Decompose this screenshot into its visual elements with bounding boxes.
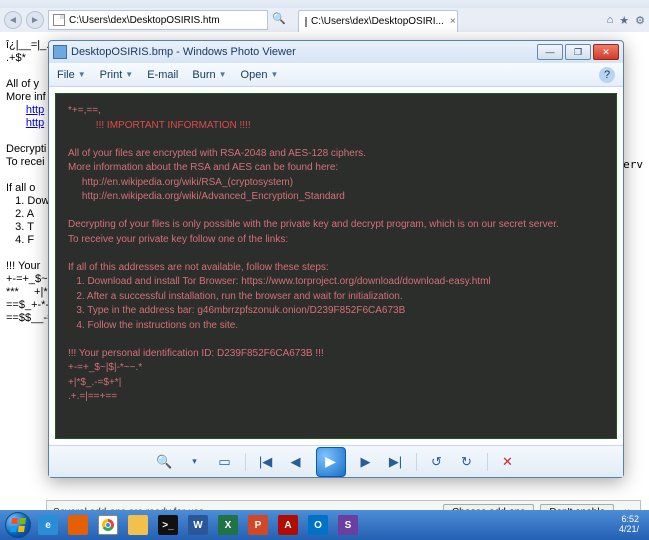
separator [245,453,246,471]
first-icon[interactable]: |◀ [256,452,276,472]
ie-navbar: ◄ ► C:\Users\dex\DesktopOSIRIS.htm 🔍 C:\… [0,8,649,32]
home-icon[interactable]: ⌂ [607,14,614,27]
app-icon [53,45,67,59]
menu-file[interactable]: File▼ [57,69,86,81]
taskbar-firefox-icon[interactable] [64,513,92,537]
fit-icon[interactable]: ▭ [215,452,235,472]
menu-burn[interactable]: Burn▼ [192,69,226,81]
pv-toolbar: File▼ Print▼ E-mail Burn▼ Open▼ ? [49,63,623,87]
pv-titlebar[interactable]: DesktopOSIRIS.bmp - Windows Photo Viewer… [49,41,623,63]
zoom-icon[interactable]: 🔍 [155,452,175,472]
help-button[interactable]: ? [599,67,615,83]
taskbar-chrome-icon[interactable] [94,513,122,537]
prev-icon[interactable]: ◀ [286,452,306,472]
rotate-right-icon[interactable]: ↻ [457,452,477,472]
link[interactable]: http [26,104,44,116]
rotate-left-icon[interactable]: ↺ [427,452,447,472]
clock-date: 4/21/ [619,525,639,535]
zoom-dropdown-icon[interactable]: ▾ [185,452,205,472]
taskbar-cmd-icon[interactable]: >_ [154,513,182,537]
browser-tab[interactable]: C:\Users\dex\DesktopOSIRI... × [298,10,458,32]
menu-print[interactable]: Print▼ [100,69,134,81]
close-button[interactable]: ✕ [593,44,619,60]
pv-controls: 🔍 ▾ ▭ |◀ ◀ ▶ ▶ ▶| ↺ ↻ ✕ [49,445,623,477]
photo-viewer-window: DesktopOSIRIS.bmp - Windows Photo Viewer… [48,40,624,478]
tab-title: C:\Users\dex\DesktopOSIRI... [311,16,444,27]
taskbar-outlook-icon[interactable]: O [304,513,332,537]
window-title: DesktopOSIRIS.bmp - Windows Photo Viewer [71,46,535,58]
forward-button[interactable]: ► [26,11,44,29]
menu-email[interactable]: E-mail [147,69,178,81]
close-tab-icon[interactable]: × [450,16,456,27]
tools-icon[interactable]: ⚙ [635,14,645,27]
separator [416,453,417,471]
address-bar[interactable]: C:\Users\dex\DesktopOSIRIS.htm [48,10,268,30]
link[interactable]: http [26,117,44,129]
maximize-button[interactable]: ❐ [565,44,591,60]
ransom-note-image: *+=,==, !!! IMPORTANT INFORMATION !!!! A… [55,93,617,439]
page-icon [53,14,65,26]
slideshow-button[interactable]: ▶ [316,447,346,477]
delete-icon[interactable]: ✕ [498,452,518,472]
start-button[interactable] [4,513,32,537]
search-icon[interactable]: 🔍 [272,12,288,28]
taskbar-adobe-icon[interactable]: A [274,513,302,537]
next-icon[interactable]: ▶ [356,452,376,472]
pv-image-area: *+=,==, !!! IMPORTANT INFORMATION !!!! A… [49,87,623,445]
taskbar-excel-icon[interactable]: X [214,513,242,537]
taskbar: e >_ W X P A O S 6:52 4/21/ [0,510,649,540]
taskbar-powerpoint-icon[interactable]: P [244,513,272,537]
ie-titlebar [0,0,649,8]
favorites-icon[interactable]: ★ [619,14,629,27]
back-button[interactable]: ◄ [4,11,22,29]
page-icon [305,17,307,27]
address-text: C:\Users\dex\DesktopOSIRIS.htm [69,15,220,26]
separator [487,453,488,471]
menu-open[interactable]: Open▼ [241,69,279,81]
taskbar-explorer-icon[interactable] [124,513,152,537]
minimize-button[interactable]: — [537,44,563,60]
taskbar-ie-icon[interactable]: e [34,513,62,537]
system-tray[interactable]: 6:52 4/21/ [613,515,645,535]
last-icon[interactable]: ▶| [386,452,406,472]
taskbar-app-icon[interactable]: S [334,513,362,537]
taskbar-word-icon[interactable]: W [184,513,212,537]
